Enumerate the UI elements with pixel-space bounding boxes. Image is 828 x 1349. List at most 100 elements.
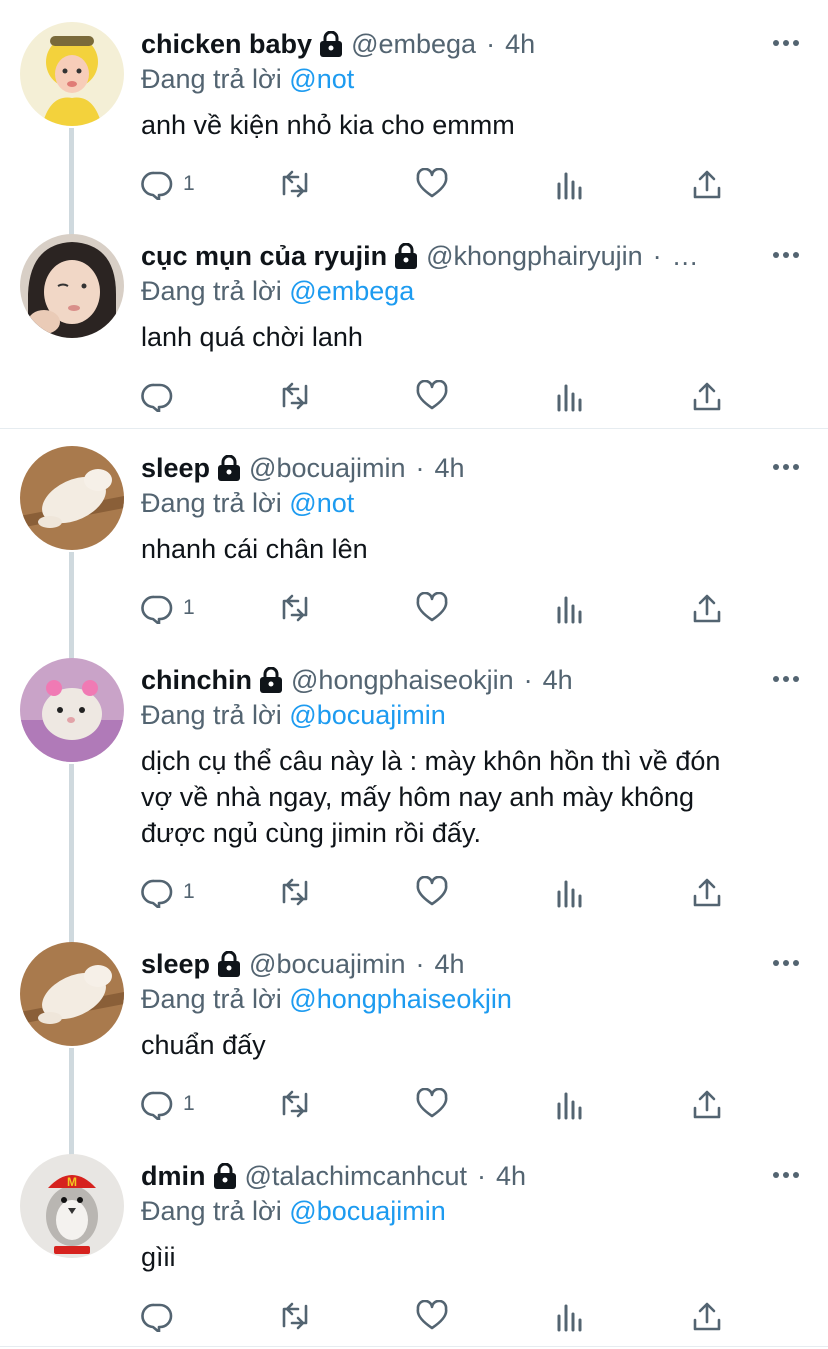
display-name[interactable]: cục mụn của ryujin	[141, 241, 387, 272]
views-button[interactable]	[555, 1084, 585, 1124]
like-button[interactable]	[415, 588, 449, 628]
retweet-icon	[277, 876, 313, 908]
share-button[interactable]	[692, 872, 722, 912]
views-button[interactable]	[555, 588, 585, 628]
timestamp[interactable]: 4h	[505, 29, 535, 60]
like-button[interactable]	[415, 376, 449, 416]
avatar[interactable]: M	[20, 1154, 124, 1258]
tweet[interactable]: sleep @bocuajimin · 4h Đang trả lời @not…	[0, 446, 828, 636]
handle[interactable]: @khongphairyujin	[426, 241, 643, 272]
retweet-icon	[277, 592, 313, 624]
views-button[interactable]	[555, 1296, 585, 1336]
timestamp[interactable]: 4h	[496, 1161, 526, 1192]
avatar[interactable]	[20, 942, 124, 1046]
retweet-icon	[277, 1088, 313, 1120]
replying-to-label: Đang trả lời	[141, 984, 282, 1014]
handle[interactable]: @hongphaiseokjin	[291, 665, 514, 696]
more-icon[interactable]	[772, 672, 800, 684]
reply-button[interactable]: 1	[141, 872, 195, 912]
reply-to-handle[interactable]: @not	[289, 64, 354, 94]
tweet[interactable]: chicken baby @embega · 4h Đang trả lời @…	[0, 22, 828, 212]
retweet-button[interactable]	[277, 1084, 313, 1124]
share-button[interactable]	[692, 588, 722, 628]
like-icon	[415, 876, 449, 908]
like-button[interactable]	[415, 1296, 449, 1336]
tweet-actions	[141, 376, 741, 416]
like-button[interactable]	[415, 872, 449, 912]
reply-to-handle[interactable]: @hongphaiseokjin	[289, 984, 512, 1014]
thread-divider	[0, 1346, 828, 1347]
timestamp[interactable]: …	[672, 241, 699, 272]
like-icon	[415, 380, 449, 412]
views-button[interactable]	[555, 872, 585, 912]
reply-to-handle[interactable]: @bocuajimin	[289, 700, 445, 730]
retweet-button[interactable]	[277, 1296, 313, 1336]
views-button[interactable]	[555, 376, 585, 416]
display-name[interactable]: chinchin	[141, 665, 252, 696]
handle[interactable]: @bocuajimin	[249, 949, 405, 980]
tweet-header: dmin @talachimcanhcut · 4h	[141, 1158, 761, 1194]
views-icon	[555, 1088, 585, 1120]
display-name[interactable]: chicken baby	[141, 29, 312, 60]
views-button[interactable]	[555, 164, 585, 204]
tweet[interactable]: cục mụn của ryujin @khongphairyujin · … …	[0, 234, 828, 424]
share-button[interactable]	[692, 1084, 722, 1124]
share-icon	[692, 1088, 722, 1120]
reply-button[interactable]	[141, 376, 183, 416]
display-name[interactable]: sleep	[141, 949, 210, 980]
reply-button[interactable]: 1	[141, 164, 195, 204]
tweet-actions	[141, 1296, 741, 1336]
tweet[interactable]: chinchin @hongphaiseokjin · 4h Đang trả …	[0, 658, 828, 920]
retweet-button[interactable]	[277, 376, 313, 416]
more-icon[interactable]	[772, 36, 800, 48]
retweet-button[interactable]	[277, 872, 313, 912]
display-name[interactable]: dmin	[141, 1161, 206, 1192]
tweet[interactable]: sleep @bocuajimin · 4h Đang trả lời @hon…	[0, 942, 828, 1132]
avatar[interactable]	[20, 234, 124, 338]
reply-button[interactable]: 1	[141, 588, 195, 628]
more-icon[interactable]	[772, 460, 800, 472]
avatar[interactable]	[20, 658, 124, 762]
reply-button[interactable]: 1	[141, 1084, 195, 1124]
more-icon[interactable]	[772, 956, 800, 968]
replying-to: Đang trả lời @bocuajimin	[141, 700, 446, 731]
handle[interactable]: @bocuajimin	[249, 453, 405, 484]
avatar[interactable]	[20, 446, 124, 550]
tweet-header: cục mụn của ryujin @khongphairyujin · …	[141, 238, 761, 274]
reply-to-handle[interactable]: @embega	[289, 276, 414, 306]
like-button[interactable]	[415, 1084, 449, 1124]
reply-button[interactable]	[141, 1296, 183, 1336]
timestamp[interactable]: 4h	[435, 949, 465, 980]
tweet[interactable]: M dmin @talachimcanhcut · 4h Đang trả lờ…	[0, 1154, 828, 1344]
share-icon	[692, 380, 722, 412]
retweet-icon	[277, 1300, 313, 1332]
replying-to: Đang trả lời @embega	[141, 276, 414, 307]
retweet-button[interactable]	[277, 588, 313, 628]
share-button[interactable]	[692, 164, 722, 204]
reply-to-handle[interactable]: @bocuajimin	[289, 1196, 445, 1226]
share-button[interactable]	[692, 1296, 722, 1336]
more-icon[interactable]	[772, 1168, 800, 1180]
separator-dot: ·	[415, 452, 425, 483]
like-button[interactable]	[415, 164, 449, 204]
reply-to-handle[interactable]: @not	[289, 488, 354, 518]
more-icon[interactable]	[772, 248, 800, 260]
tweet-header: sleep @bocuajimin · 4h	[141, 450, 761, 486]
display-name[interactable]: sleep	[141, 453, 210, 484]
separator-dot: ·	[415, 948, 425, 979]
like-icon	[415, 592, 449, 624]
tweet-text: anh về kiện nhỏ kia cho emmm	[141, 110, 515, 140]
reply-count: 1	[183, 596, 195, 619]
tweet-text: lanh quá chời lanh	[141, 322, 363, 352]
handle[interactable]: @talachimcanhcut	[245, 1161, 468, 1192]
tweet-text: dịch cụ thể câu này là : mày khôn hồn th…	[141, 746, 721, 848]
share-button[interactable]	[692, 376, 722, 416]
avatar[interactable]	[20, 22, 124, 126]
timestamp[interactable]: 4h	[435, 453, 465, 484]
retweet-button[interactable]	[277, 164, 313, 204]
handle[interactable]: @embega	[351, 29, 476, 60]
share-icon	[692, 876, 722, 908]
timestamp[interactable]: 4h	[543, 665, 573, 696]
lock-icon	[217, 455, 241, 481]
tweet-actions: 1	[141, 588, 741, 628]
